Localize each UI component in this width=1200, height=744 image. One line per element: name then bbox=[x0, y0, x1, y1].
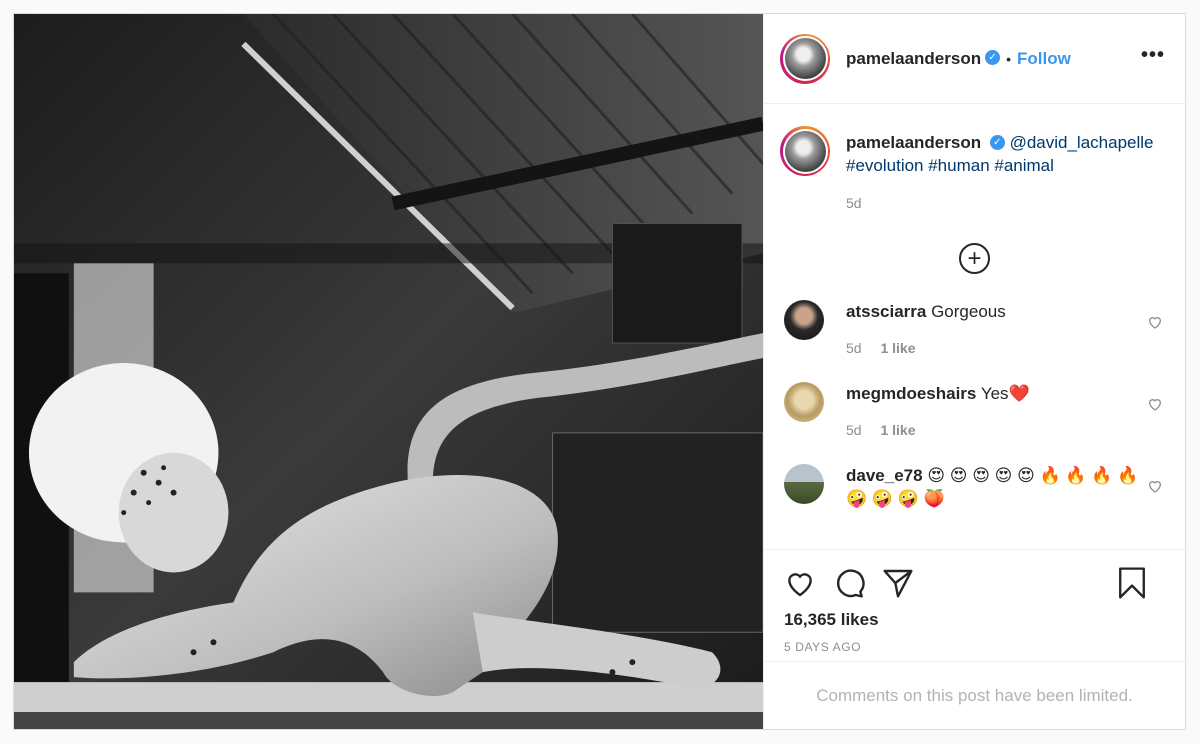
avatar-image bbox=[784, 130, 826, 172]
post-header: pamelaanderson ✓ • Follow ••• bbox=[764, 14, 1185, 104]
caption-avatar[interactable] bbox=[780, 126, 830, 176]
comment-time: 5d bbox=[846, 422, 862, 438]
comment-text: Gorgeous bbox=[931, 302, 1006, 321]
post-sidebar: pamelaanderson ✓ • Follow ••• pamelaande… bbox=[763, 14, 1185, 729]
paper-plane-icon[interactable] bbox=[882, 567, 914, 599]
plus-circle-icon[interactable]: + bbox=[959, 243, 990, 274]
post-actions: 16,365 likes 5 DAYS AGO bbox=[764, 549, 1185, 654]
comment-username[interactable]: dave_e78 bbox=[846, 466, 923, 485]
small-heart-icon[interactable] bbox=[1147, 396, 1163, 412]
post-caption: pamelaanderson ✓ @david_lachapelle #evol… bbox=[764, 104, 1185, 177]
caption-time: 5d bbox=[846, 195, 862, 211]
comment-time: 5d bbox=[846, 340, 862, 356]
separator-dot: • bbox=[1006, 50, 1012, 67]
author-username[interactable]: pamelaanderson bbox=[846, 49, 981, 69]
verified-badge-icon: ✓ bbox=[989, 135, 1005, 151]
comment-text: Yes❤️ bbox=[980, 384, 1030, 403]
caption-mention-link[interactable]: @david_lachapelle bbox=[1010, 133, 1154, 152]
comment-username[interactable]: megmdoeshairs bbox=[846, 384, 976, 403]
comment-likes[interactable]: 1 like bbox=[880, 422, 915, 438]
caption-hashtags[interactable]: #evolution #human #animal bbox=[846, 156, 1054, 175]
post-timestamp: 5 DAYS AGO bbox=[784, 640, 862, 654]
avatar-image bbox=[784, 38, 826, 79]
comment-item: atssciarra Gorgeous 5d 1 like bbox=[764, 300, 1185, 360]
likes-count[interactable]: 16,365 likes bbox=[784, 610, 1165, 630]
photo-image bbox=[14, 14, 763, 729]
commenter-avatar[interactable] bbox=[784, 382, 824, 422]
heart-icon[interactable] bbox=[784, 567, 816, 599]
comment-username[interactable]: atssciarra bbox=[846, 302, 926, 321]
bookmark-icon[interactable] bbox=[1116, 566, 1148, 600]
post-photo[interactable] bbox=[14, 14, 763, 729]
comment-icon[interactable] bbox=[833, 567, 865, 599]
commenter-avatar[interactable] bbox=[784, 300, 824, 340]
small-heart-icon[interactable] bbox=[1147, 478, 1163, 494]
verified-badge-icon: ✓ bbox=[985, 50, 1001, 65]
commenter-avatar[interactable] bbox=[784, 464, 824, 504]
instagram-post: pamelaanderson ✓ • Follow ••• pamelaande… bbox=[13, 13, 1186, 730]
comments-limited-notice: Comments on this post have been limited. bbox=[764, 661, 1185, 729]
comment-item: megmdoeshairs Yes❤️ 5d 1 like bbox=[764, 382, 1185, 442]
caption-username[interactable]: pamelaanderson bbox=[846, 133, 981, 152]
small-heart-icon[interactable] bbox=[1147, 314, 1163, 330]
comment-item: dave_e78 😍 😍 😍 😍 😍 🔥 🔥 🔥 🔥 🤪 🤪 🤪 🍑 bbox=[764, 464, 1185, 510]
author-avatar[interactable] bbox=[780, 33, 830, 84]
more-options-icon[interactable]: ••• bbox=[1141, 45, 1165, 65]
comment-likes[interactable]: 1 like bbox=[880, 340, 915, 356]
follow-button[interactable]: Follow bbox=[1017, 49, 1071, 69]
